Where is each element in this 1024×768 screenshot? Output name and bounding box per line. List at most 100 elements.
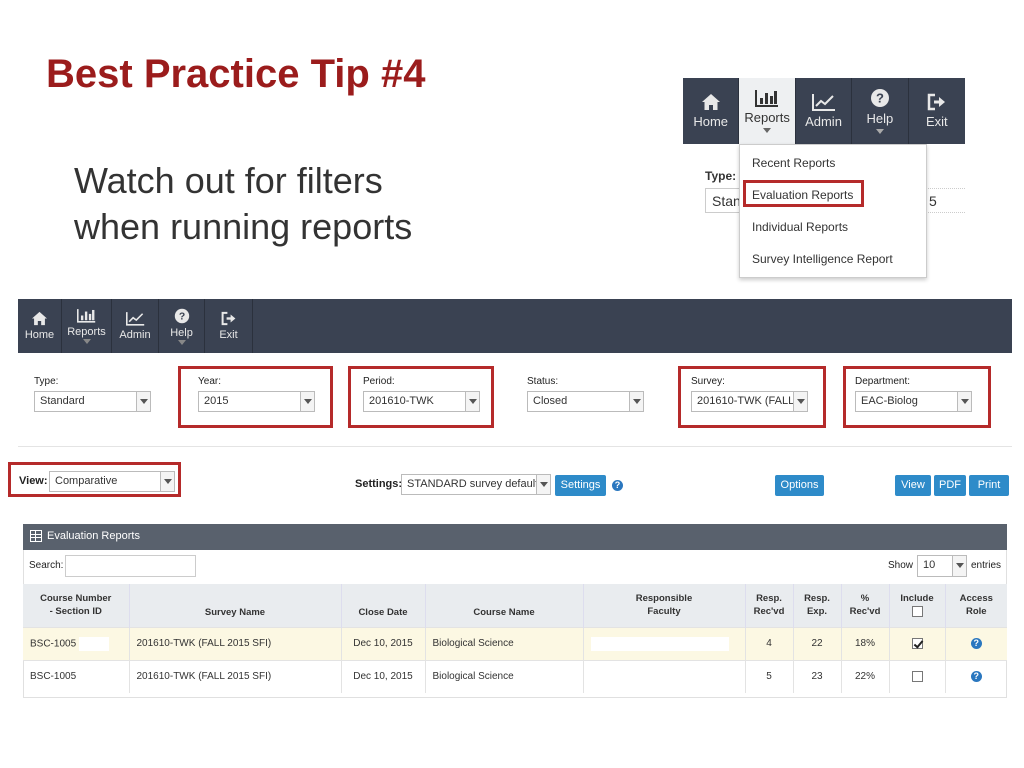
include-checkbox[interactable] xyxy=(911,637,923,649)
header-text: - Section ID xyxy=(49,606,102,618)
menu-item-recent-reports[interactable]: Recent Reports xyxy=(752,156,835,170)
home-icon xyxy=(32,311,47,326)
cell-recvd: 5 xyxy=(745,659,794,693)
inset-nav-admin[interactable]: Admin xyxy=(796,78,853,144)
col-responsible-faculty[interactable]: Responsible Faculty xyxy=(583,584,746,627)
header-text: Close Date xyxy=(358,606,408,618)
nav-label: Admin xyxy=(805,114,842,129)
department-select[interactable]: EAC-Biolog xyxy=(855,391,972,412)
header-text: Responsible xyxy=(635,593,693,605)
subtitle-line-2: when running reports xyxy=(74,206,413,247)
status-value: Closed xyxy=(533,395,568,407)
view-select[interactable]: Comparative xyxy=(49,471,175,492)
col-course-number[interactable]: Course Number - Section ID xyxy=(23,584,130,627)
nav-help[interactable]: ? Help xyxy=(159,299,205,353)
redacted-block xyxy=(78,636,109,651)
inset-type-select[interactable]: Stan xyxy=(705,188,741,213)
settings-label: Settings: xyxy=(355,478,403,490)
cell-text: BSC-1005 xyxy=(30,638,77,650)
table-icon xyxy=(30,530,42,542)
col-include[interactable]: Include xyxy=(889,584,946,627)
chevron-down-icon xyxy=(82,339,91,344)
header-text: Course Name xyxy=(473,606,535,618)
col-resp-recvd[interactable]: Resp. Rec'vd xyxy=(745,584,794,627)
panel-title: Evaluation Reports xyxy=(47,530,140,542)
home-icon xyxy=(701,94,720,110)
cell-close-date: Dec 10, 2015 xyxy=(341,659,426,693)
type-label: Type: xyxy=(34,376,59,387)
line-chart-icon xyxy=(125,312,144,326)
survey-select[interactable]: 201610-TWK (FALL xyxy=(691,391,808,412)
nav-label: Home xyxy=(24,329,55,341)
inset-nav-bar: Home Reports Admin ? Help Exit xyxy=(683,78,965,144)
question-icon[interactable]: ? xyxy=(970,638,982,649)
col-resp-exp[interactable]: Resp. Exp. xyxy=(793,584,842,627)
cell-survey: 201610-TWK (FALL 2015 SFI) xyxy=(129,626,342,660)
nav-admin[interactable]: Admin xyxy=(112,299,159,353)
select-all-checkbox[interactable] xyxy=(911,606,923,618)
options-button[interactable]: Options xyxy=(775,475,824,496)
table-row[interactable]: BSC-1005 201610-TWK (FALL 2015 SFI) Dec … xyxy=(23,626,1007,660)
period-label: Period: xyxy=(363,376,395,387)
survey-value: 201610-TWK (FALL xyxy=(697,395,795,407)
cell-close-date: Dec 10, 2015 xyxy=(341,626,426,660)
nav-reports[interactable]: Reports xyxy=(62,299,112,353)
header-text: Course Number xyxy=(40,593,112,605)
col-survey-name[interactable]: Survey Name xyxy=(129,584,342,627)
chevron-down-icon xyxy=(629,392,643,411)
header-text: Include xyxy=(900,593,934,605)
nav-label: Reports xyxy=(67,326,106,338)
menu-item-survey-intelligence-report[interactable]: Survey Intelligence Report xyxy=(752,252,893,266)
print-button[interactable]: Print xyxy=(969,475,1009,496)
table-row[interactable]: BSC-1005 201610-TWK (FALL 2015 SFI) Dec … xyxy=(23,659,1007,693)
nav-label: Exit xyxy=(219,329,238,341)
redacted-block xyxy=(590,636,729,651)
type-select[interactable]: Standard xyxy=(34,391,151,412)
period-select[interactable]: 201610-TWK xyxy=(363,391,480,412)
col-pct-recvd[interactable]: % Rec'vd xyxy=(841,584,890,627)
nav-exit[interactable]: Exit xyxy=(205,299,253,353)
cell-pct: 18% xyxy=(841,626,890,660)
nav-label: Exit xyxy=(925,114,948,129)
main-nav-bar: Home Reports Admin ? Help Exit xyxy=(18,299,1012,353)
entries-select[interactable]: 10 xyxy=(917,555,967,577)
slide-title: Best Practice Tip #4 xyxy=(46,52,426,96)
nav-home[interactable]: Home xyxy=(18,299,62,353)
cell-course-name: Biological Science xyxy=(425,626,584,660)
chevron-down-icon xyxy=(136,392,150,411)
settings-value: STANDARD survey default xyxy=(407,478,539,490)
inset-nav-home[interactable]: Home xyxy=(683,78,740,144)
chevron-down-icon xyxy=(952,556,966,576)
status-label: Status: xyxy=(527,376,559,387)
exit-icon xyxy=(927,93,945,111)
inset-nav-reports[interactable]: Reports xyxy=(739,78,796,144)
col-access-role[interactable]: Access Role xyxy=(945,584,1007,627)
svg-text:?: ? xyxy=(178,311,184,322)
settings-select[interactable]: STANDARD survey default xyxy=(401,474,551,495)
header-text: Faculty xyxy=(647,606,681,618)
chevron-down-icon xyxy=(793,392,807,411)
pdf-button[interactable]: PDF xyxy=(934,475,966,496)
question-icon[interactable]: ? xyxy=(970,671,982,683)
year-select[interactable]: 2015 xyxy=(198,391,315,412)
search-input[interactable] xyxy=(65,555,196,577)
question-icon: ? xyxy=(174,308,189,323)
col-course-name[interactable]: Course Name xyxy=(425,584,584,627)
header-text: Resp. xyxy=(756,593,782,605)
menu-item-individual-reports[interactable]: Individual Reports xyxy=(752,220,848,234)
department-value: EAC-Biolog xyxy=(861,395,918,407)
inset-year-select[interactable]: 5 xyxy=(924,188,965,213)
table-header-row: Course Number - Section ID Survey Name Cl… xyxy=(23,584,1007,627)
inset-type-label: Type: xyxy=(705,169,737,183)
settings-help-icon[interactable]: ? xyxy=(612,480,623,491)
view-button[interactable]: View xyxy=(895,475,931,496)
cell-exp: 22 xyxy=(793,626,842,660)
inset-nav-exit[interactable]: Exit xyxy=(909,78,965,144)
settings-button[interactable]: Settings xyxy=(555,475,606,496)
status-select[interactable]: Closed xyxy=(527,391,644,412)
view-label: View: xyxy=(19,475,48,487)
include-checkbox[interactable] xyxy=(911,671,923,683)
cell-pct: 22% xyxy=(841,659,890,693)
inset-nav-help[interactable]: ? Help xyxy=(852,78,909,144)
col-close-date[interactable]: Close Date xyxy=(341,584,426,627)
